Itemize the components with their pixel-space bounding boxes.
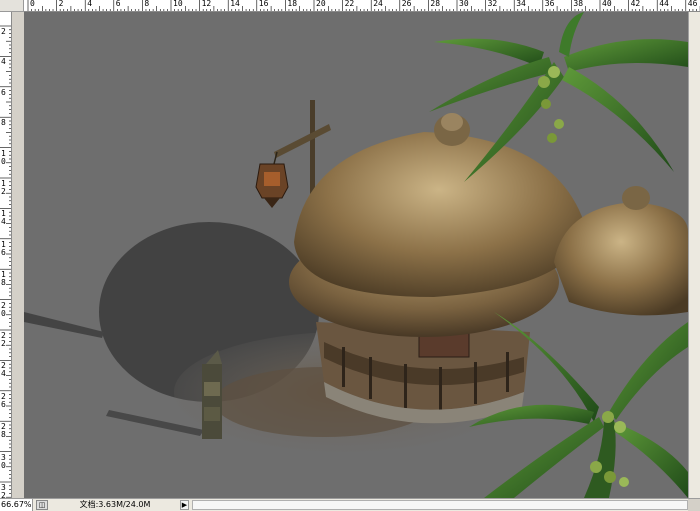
ruler-label: 44 xyxy=(659,0,669,8)
ruler-label: 34 xyxy=(516,0,526,8)
horizontal-scrollbar[interactable] xyxy=(192,500,688,510)
ruler-label: 24 xyxy=(373,0,383,8)
ruler-label: 20 xyxy=(316,0,326,8)
post-shadow xyxy=(24,312,104,338)
roof-topknot-cap xyxy=(441,113,463,131)
ruler-label: 6 xyxy=(115,0,121,8)
main-thatch-roof xyxy=(294,132,584,297)
ruler-label: 10 xyxy=(173,0,183,8)
ruler-label: 10 xyxy=(1,148,6,166)
ruler-label: 30 xyxy=(459,0,469,8)
status-bar: 66.67% ◫ 文档:3.63M/24.0M ▶ xyxy=(0,498,700,511)
document-size-info: 文档:3.63M/24.0M xyxy=(79,500,151,509)
vertical-scrollbar[interactable] xyxy=(688,12,700,498)
ruler-label: 32 xyxy=(1,483,6,499)
ruler-label: 14 xyxy=(1,209,6,227)
ruler-label: 22 xyxy=(344,0,355,8)
ruler-label: 22 xyxy=(1,331,6,348)
ruler-label: 2 xyxy=(58,0,64,8)
ruler-label: 18 xyxy=(287,0,298,8)
lamp-arm xyxy=(274,124,331,158)
ruler-label: 30 xyxy=(1,452,6,470)
ruler-label: 40 xyxy=(602,0,612,8)
ruler-label: 0 xyxy=(30,0,35,8)
lantern-bottom xyxy=(264,198,280,208)
ruler-label: 8 xyxy=(1,118,6,128)
ruler-label: 38 xyxy=(573,0,584,8)
scrollbar-corner xyxy=(688,499,700,511)
ruler-label: 6 xyxy=(1,87,6,97)
ruler-label: 26 xyxy=(401,0,412,8)
horizontal-ruler-ticks xyxy=(27,0,700,11)
zoom-level-field[interactable]: 66.67% xyxy=(0,499,33,511)
ruler-label: 4 xyxy=(87,0,93,8)
ruler-label: 28 xyxy=(430,0,441,8)
ruler-label: 24 xyxy=(1,361,6,379)
ruler-label: 26 xyxy=(1,391,6,409)
ruler-label: 32 xyxy=(487,0,498,8)
ruler-origin-corner[interactable] xyxy=(0,0,24,12)
second-roof-topknot xyxy=(622,186,650,210)
horizontal-ruler[interactable]: 0 2 4 6 8 10 12 14 16 18 20 22 24 26 28 30 32 34 36 38 40 42 4… xyxy=(24,0,700,12)
totem-carving xyxy=(204,382,220,396)
ruler-label: 18 xyxy=(1,270,6,288)
scene-render xyxy=(24,12,688,498)
ruler-gutter xyxy=(12,12,24,498)
navigator-icon[interactable]: ◫ xyxy=(36,500,48,510)
lantern-glow xyxy=(264,172,280,186)
ruler-label: 46 xyxy=(687,0,698,8)
ruler-label: 16 xyxy=(1,239,6,257)
ruler-label: 2 xyxy=(1,27,6,36)
ruler-label: 16 xyxy=(258,0,269,8)
ruler-label: 8 xyxy=(144,0,150,8)
ruler-label: 36 xyxy=(544,0,555,8)
document-canvas[interactable] xyxy=(24,12,688,498)
status-menu-arrow-icon[interactable]: ▶ xyxy=(180,500,189,510)
ruler-label: 14 xyxy=(230,0,240,8)
ruler-label: 28 xyxy=(1,422,6,440)
totem-pole xyxy=(202,364,222,439)
totem-carving-2 xyxy=(204,407,220,421)
vertical-ruler[interactable]: 2 4 6 8 10 12 14 16 18 20 22 24 26 28 30 32 xyxy=(0,12,12,498)
ruler-label: 20 xyxy=(1,300,6,318)
ruler-label: 42 xyxy=(630,0,641,8)
ruler-label: 12 xyxy=(201,0,212,8)
ruler-label: 12 xyxy=(1,179,6,196)
ruler-label: 4 xyxy=(1,57,6,67)
